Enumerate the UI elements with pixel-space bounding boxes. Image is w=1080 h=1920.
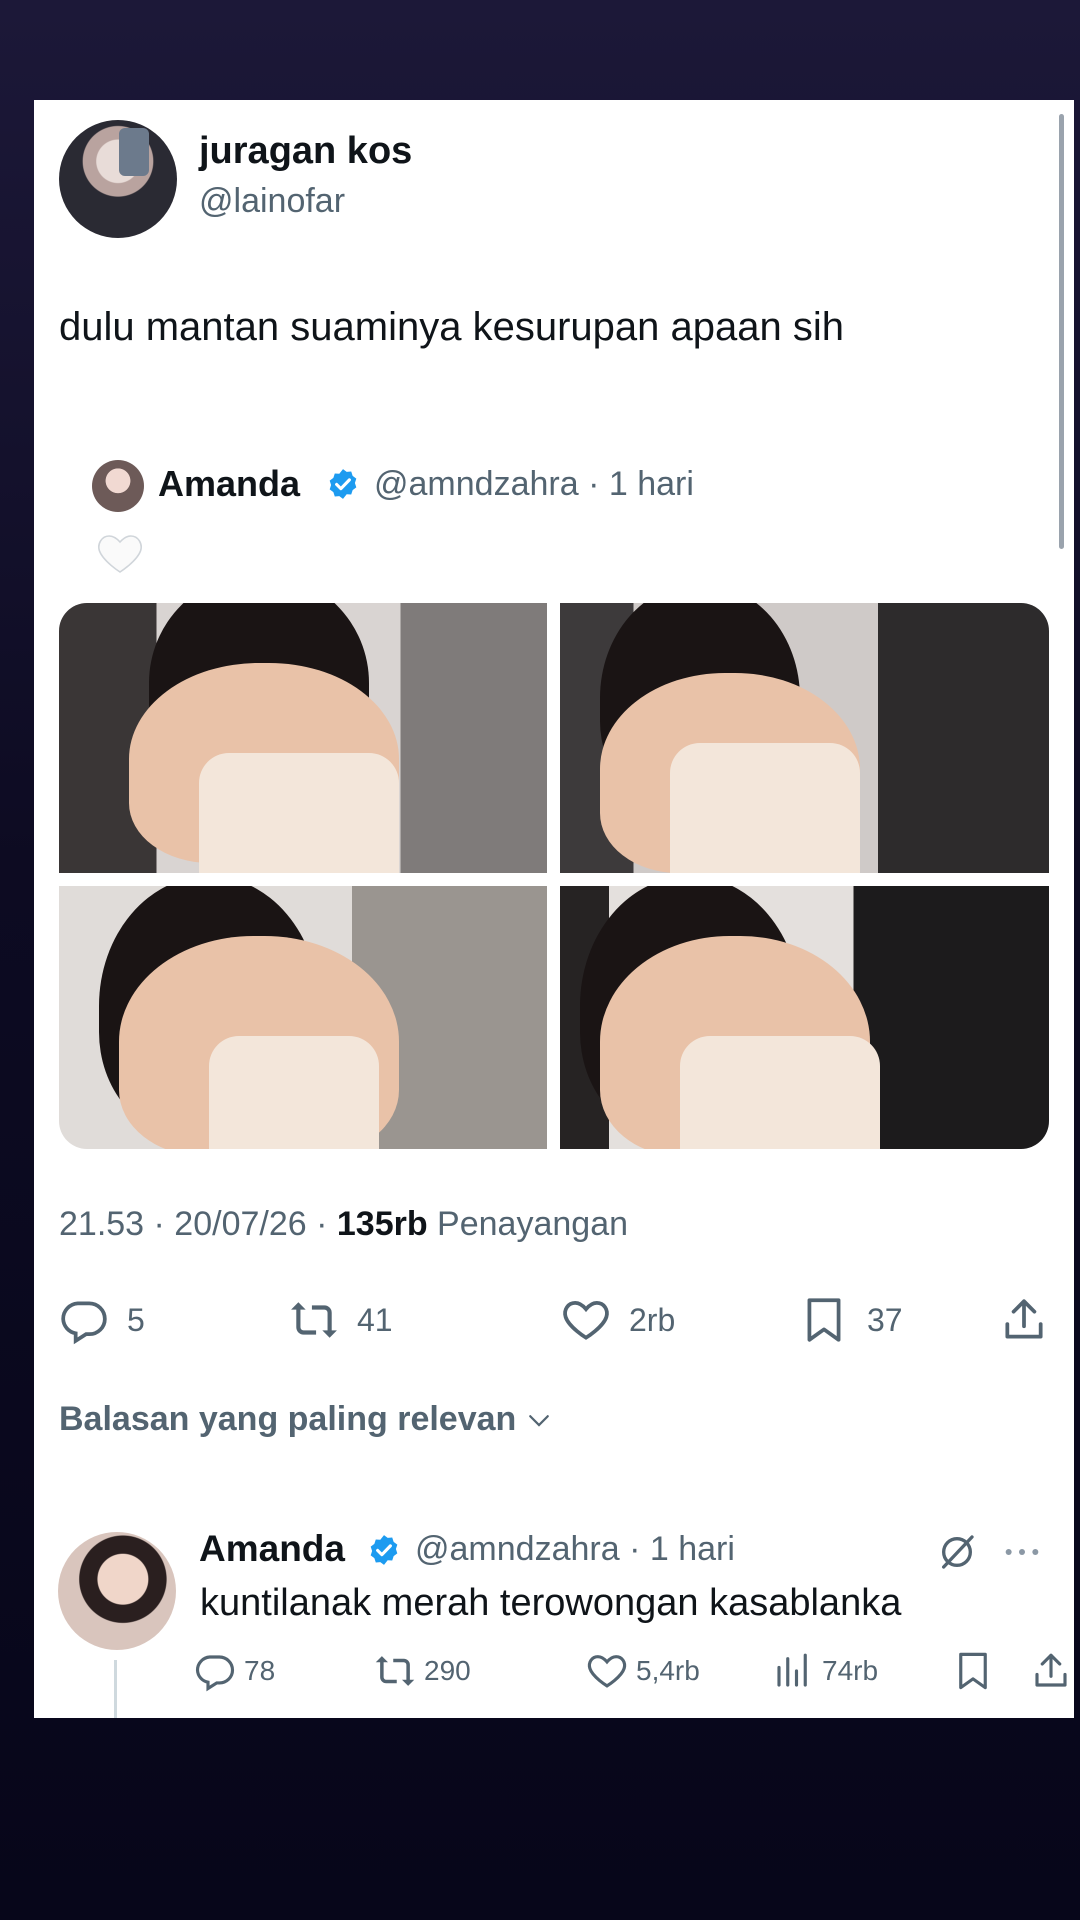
- more-options-icon[interactable]: [1002, 1538, 1042, 1566]
- author-handle[interactable]: @lainofar: [199, 182, 345, 221]
- photo-2[interactable]: [560, 603, 1049, 873]
- tweet-meta: 21.53 · 20/07/26 · 135rb Penayangan: [59, 1205, 628, 1244]
- chevron-down-icon: [529, 1414, 550, 1427]
- reply-time: · 1 hari: [629, 1530, 735, 1568]
- verified-badge-icon: [329, 469, 357, 499]
- scrollbar[interactable]: [1059, 114, 1064, 549]
- reply-like-count: 5,4rb: [636, 1655, 700, 1686]
- bookmark-icon: [807, 1298, 841, 1342]
- reply-sort-label: Balasan yang paling relevan: [59, 1400, 517, 1438]
- reply-like-button[interactable]: 5,4rb: [586, 1650, 700, 1692]
- reply-retweet-count: 290: [424, 1655, 471, 1686]
- reply-share-button[interactable]: [1030, 1650, 1072, 1692]
- reply-handle-time[interactable]: @amndzahra · 1 hari: [415, 1530, 735, 1569]
- media-grid[interactable]: [59, 603, 1049, 1149]
- like-button[interactable]: 2rb: [561, 1295, 675, 1345]
- quoted-time: · 1 hari: [588, 465, 694, 503]
- author-name[interactable]: juragan kos: [199, 130, 412, 173]
- reply-reply-button[interactable]: 78: [194, 1650, 275, 1692]
- reply-text: kuntilanak merah terowongan kasablanka: [200, 1582, 902, 1624]
- like-count: 2rb: [629, 1301, 676, 1338]
- verified-badge-icon: [370, 1535, 398, 1565]
- reply-reply-count: 78: [244, 1655, 276, 1686]
- tweet-actions: 5 41 2rb 37: [59, 1295, 1049, 1355]
- tweet-card: juragan kos @lainofar dulu mantan suamin…: [34, 100, 1074, 1718]
- photo-1[interactable]: [59, 603, 547, 873]
- reply-avatar[interactable]: [58, 1532, 176, 1650]
- reply-icon: [195, 1655, 235, 1692]
- retweet-count: 41: [357, 1301, 393, 1338]
- reply-icon: [61, 1301, 107, 1345]
- photo-3[interactable]: [59, 886, 547, 1149]
- bookmark-count: 37: [867, 1301, 903, 1338]
- reply-views-button[interactable]: 74rb: [772, 1650, 878, 1692]
- views-label: Penayangan: [427, 1205, 629, 1243]
- retweet-icon: [375, 1656, 415, 1686]
- grok-icon[interactable]: [937, 1532, 977, 1572]
- retweet-icon: [291, 1302, 337, 1338]
- reply-views-count: 74rb: [822, 1655, 879, 1686]
- tweet-time: 21.53 · 20/07/26 ·: [59, 1205, 337, 1243]
- quoted-handle[interactable]: @amndzahra: [374, 465, 579, 503]
- white-heart-icon: [98, 535, 142, 573]
- reply-bookmark-button[interactable]: [952, 1650, 994, 1692]
- bookmark-button[interactable]: 37: [799, 1295, 903, 1345]
- reply-author-name[interactable]: Amanda: [199, 1528, 345, 1570]
- reply-handle[interactable]: @amndzahra: [415, 1530, 620, 1568]
- share-icon: [1005, 1299, 1043, 1339]
- heart-icon: [563, 1301, 609, 1340]
- share-icon: [1035, 1653, 1067, 1687]
- thread-line: [114, 1660, 117, 1718]
- reply-retweet-button[interactable]: 290: [374, 1650, 471, 1692]
- views-count: 135rb: [336, 1205, 428, 1243]
- share-button[interactable]: [999, 1295, 1049, 1345]
- reply-button[interactable]: 5: [59, 1295, 145, 1345]
- author-avatar[interactable]: [59, 120, 177, 238]
- reply-actions: 78 290 5,4rb 74rb: [194, 1650, 1074, 1696]
- retweet-button[interactable]: 41: [289, 1295, 393, 1345]
- reply-sort-dropdown[interactable]: Balasan yang paling relevan: [59, 1400, 554, 1439]
- views-icon: [777, 1653, 807, 1687]
- tweet-text: dulu mantan suaminya kesurupan apaan sih: [59, 305, 844, 349]
- quoted-avatar[interactable]: [92, 460, 144, 512]
- photo-4[interactable]: [560, 886, 1049, 1149]
- reply-count: 5: [127, 1301, 145, 1338]
- quoted-name[interactable]: Amanda: [158, 463, 300, 505]
- bookmark-icon: [959, 1652, 987, 1690]
- heart-icon: [587, 1655, 627, 1688]
- quoted-handle-time[interactable]: @amndzahra · 1 hari: [374, 465, 694, 504]
